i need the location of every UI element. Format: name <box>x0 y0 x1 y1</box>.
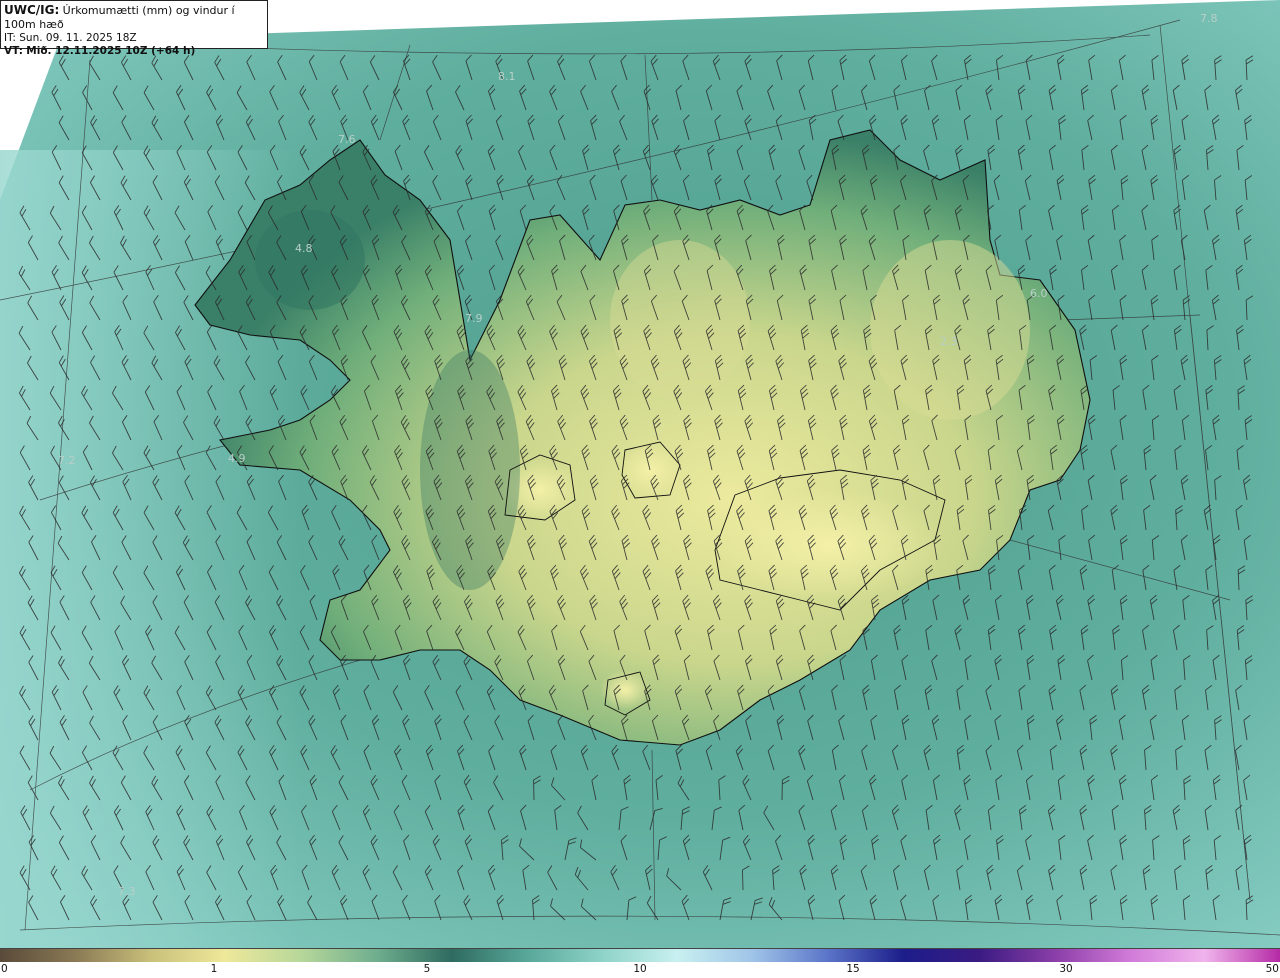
valid-time-line: VT: Mið. 12.11.2025 10Z (+64 h) <box>4 45 264 58</box>
colorbar-tick: 1 <box>210 963 218 975</box>
station-value: 2.3 <box>940 335 958 348</box>
colorbar-tick: 50 <box>1265 963 1279 975</box>
colorbar-labels: 0 1 5 10 15 30 50 <box>0 962 1280 978</box>
station-value: 7.9 <box>465 312 483 325</box>
station-value: 7.2 <box>58 454 76 467</box>
station-value: 8.1 <box>498 70 516 83</box>
station-value: 6.0 <box>1030 287 1048 300</box>
initial-time-line: IT: Sun. 09. 11. 2025 18Z <box>4 32 264 45</box>
colorbar-tick: 0 <box>1 963 8 975</box>
colorbar-tick: 5 <box>423 963 431 975</box>
north-highlands <box>610 240 750 400</box>
vatnajokull-highlight <box>715 490 945 600</box>
colorbar-tick: 15 <box>846 963 860 975</box>
colorbar-tick: 10 <box>633 963 647 975</box>
colorbar-tick: 30 <box>1059 963 1073 975</box>
station-value: 7.3 <box>118 885 136 898</box>
valid-time-value: Mið. 12.11.2025 10Z (+64 h) <box>26 45 196 57</box>
station-value: 7.8 <box>1200 12 1218 25</box>
map-info-box: UWC/IG: Úrkomumætti (mm) og vindur í 100… <box>0 0 268 57</box>
valid-time-label: VT: <box>4 45 23 57</box>
station-value: 7.6 <box>338 133 356 146</box>
westfjords-shade <box>255 210 365 310</box>
station-value: 4.8 <box>295 242 313 255</box>
precipitation-map[interactable]: 8.1 7.8 7.6 4.8 7.9 6.0 2.3 4.9 7.2 7.3 <box>0 0 1280 948</box>
initial-time-value: Sun. 09. 11. 2025 18Z <box>19 32 137 44</box>
station-value: 4.9 <box>228 452 246 465</box>
colorbar <box>0 948 1280 962</box>
initial-time-label: IT: <box>4 32 16 44</box>
map-title-line: UWC/IG: Úrkomumætti (mm) og vindur í 100… <box>4 4 264 32</box>
model-code: UWC/IG: <box>4 3 60 17</box>
east-highlands <box>870 240 1030 420</box>
